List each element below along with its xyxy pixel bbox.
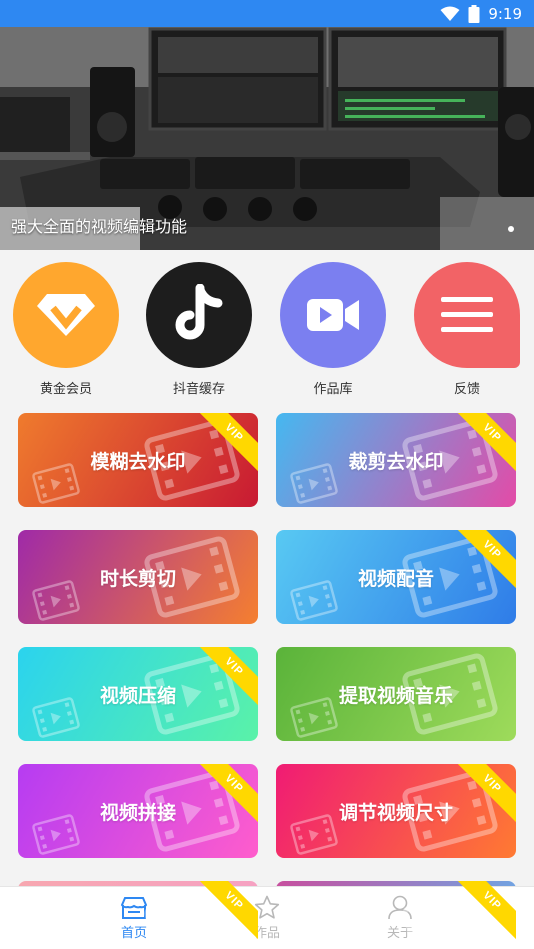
film-reel-icon — [284, 578, 344, 624]
film-reel-icon — [26, 929, 86, 949]
tool-card-title: 调节视频尺寸 — [338, 802, 453, 824]
video-camera-icon — [280, 262, 386, 368]
film-reel-icon — [26, 695, 86, 741]
feedback-menu-icon — [414, 262, 520, 368]
tool-card-title: 提取视频音乐 — [338, 685, 453, 707]
tool-card-title: 视频配音 — [357, 568, 434, 590]
status-bar: 9:19 — [0, 0, 534, 27]
quick-action-feedback[interactable]: 反馈 — [407, 262, 527, 397]
tiktok-icon — [146, 262, 252, 368]
wifi-icon — [440, 6, 460, 21]
carousel-dots — [508, 226, 514, 232]
banner-caption: 强大全面的视频编辑功能 — [11, 219, 188, 236]
tool-card[interactable]: VIP 视频配音 — [276, 530, 516, 624]
tool-card[interactable]: VIP 调节视频尺寸 — [276, 764, 516, 858]
quick-action-label: 黄金会员 — [39, 381, 92, 396]
tool-card[interactable]: 提取视频音乐 — [276, 647, 516, 741]
tool-card[interactable]: VIP 裁剪去水印 — [276, 413, 516, 507]
clock: 9:19 — [488, 4, 522, 23]
vip-diamond-icon — [13, 262, 119, 368]
tool-card[interactable]: 时长剪切 — [18, 530, 258, 624]
tool-card-title: 视频拼接 — [99, 802, 176, 824]
film-reel-icon — [26, 812, 86, 858]
film-reel-icon — [26, 461, 86, 507]
film-reel-icon — [284, 461, 344, 507]
quick-action-works-library[interactable]: 作品库 — [273, 262, 393, 397]
quick-action-label: 反馈 — [453, 381, 480, 396]
tool-card-title: 裁剪去水印 — [348, 451, 444, 473]
quick-action-label: 抖音缓存 — [172, 381, 225, 396]
quick-action-label: 作品库 — [313, 381, 353, 396]
film-reel-icon — [284, 695, 344, 741]
tool-card[interactable]: VIP 模糊去水印 — [18, 413, 258, 507]
film-reel-icon — [284, 929, 344, 949]
tool-card-title: 时长剪切 — [99, 568, 176, 590]
banner-carousel[interactable]: 强大全面的视频编辑功能 — [0, 27, 534, 250]
film-reel-icon — [284, 812, 344, 858]
quick-actions: 黄金会员 抖音缓存 作品库 反馈 — [0, 250, 534, 400]
tool-card-title: 视频压缩 — [99, 685, 176, 707]
film-reel-icon — [26, 578, 86, 624]
battery-icon — [468, 4, 480, 23]
tool-card[interactable]: VIP 视频压缩 — [18, 647, 258, 741]
quick-action-tiktok-cache[interactable]: 抖音缓存 — [139, 262, 259, 397]
quick-action-gold-member[interactable]: 黄金会员 — [6, 262, 126, 397]
tool-card[interactable]: VIP 视频拼接 — [18, 764, 258, 858]
carousel-dot-active[interactable] — [508, 226, 514, 232]
tool-card-title: 模糊去水印 — [90, 451, 186, 473]
